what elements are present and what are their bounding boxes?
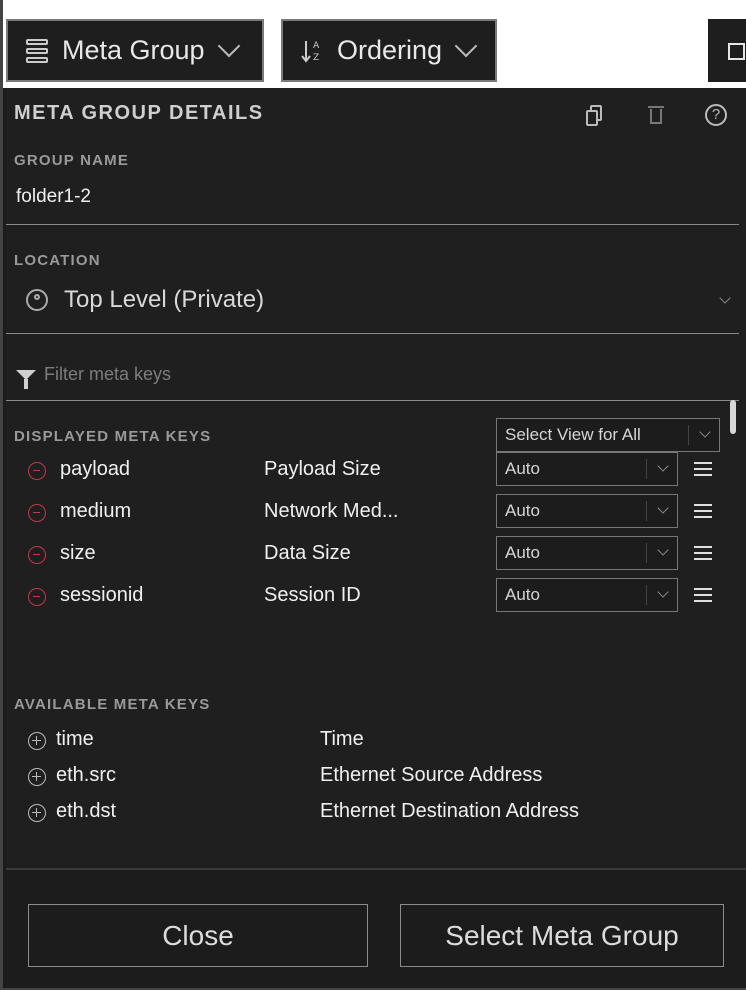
meta-group-label: Meta Group xyxy=(62,35,205,65)
filter-meta-keys-input[interactable]: Filter meta keys xyxy=(16,364,172,389)
copy-icon[interactable] xyxy=(584,104,606,128)
funnel-icon xyxy=(16,369,36,389)
meta-key: payload xyxy=(60,458,131,480)
view-dropdown[interactable]: Auto xyxy=(496,494,678,528)
view-dropdown[interactable]: Auto xyxy=(496,536,678,570)
displayed-key-row: medium Network Med... Auto xyxy=(6,494,739,534)
available-key-row[interactable]: eth.src Ethernet Source Address xyxy=(6,760,739,794)
meta-key: time xyxy=(56,728,94,750)
divider xyxy=(6,333,739,334)
dialog-footer: Close Select Meta Group xyxy=(6,868,746,988)
minus-circle-icon[interactable] xyxy=(28,504,46,522)
maximize-icon xyxy=(728,43,745,60)
meta-key: eth.src xyxy=(56,764,117,786)
toolbar: Meta Group AZ Ordering xyxy=(3,0,746,88)
minus-circle-icon[interactable] xyxy=(28,546,46,564)
group-name-field[interactable]: folder1-2 xyxy=(16,186,91,208)
help-icon[interactable]: ? xyxy=(705,104,727,126)
meta-group-dropdown-button[interactable]: Meta Group xyxy=(6,19,264,82)
drag-handle-icon[interactable] xyxy=(694,546,712,560)
meta-group-dialog: Meta Group AZ Ordering META GROUP DETAIL… xyxy=(0,0,746,990)
location-select[interactable]: Top Level (Private) xyxy=(26,286,264,314)
meta-key-name: Time xyxy=(320,728,364,750)
filter-placeholder: Filter meta keys xyxy=(44,364,172,384)
meta-key: eth.dst xyxy=(56,800,117,822)
drag-handle-icon[interactable] xyxy=(694,504,712,518)
trash-icon[interactable] xyxy=(646,104,668,128)
select-meta-group-button[interactable]: Select Meta Group xyxy=(400,904,724,967)
meta-key: medium xyxy=(60,500,132,522)
chevron-down-icon xyxy=(454,34,478,57)
displayed-key-row: size Data Size Auto xyxy=(6,536,739,576)
plus-circle-icon[interactable] xyxy=(28,768,46,786)
meta-group-details-panel: META GROUP DETAILS ? GROUP NAME folder1-… xyxy=(6,88,746,868)
select-view-for-all-dropdown[interactable]: Select View for All xyxy=(496,418,720,452)
svg-text:A: A xyxy=(313,41,320,51)
sort-az-icon: AZ xyxy=(301,38,325,64)
stack-icon xyxy=(26,38,50,64)
panel-title: META GROUP DETAILS xyxy=(14,102,264,124)
plus-circle-icon[interactable] xyxy=(28,804,46,822)
location-value: Top Level (Private) xyxy=(64,286,265,313)
ordering-dropdown-button[interactable]: AZ Ordering xyxy=(281,19,497,82)
select-view-for-all-label: Select View for All xyxy=(505,425,641,444)
plus-circle-icon[interactable] xyxy=(28,732,46,750)
view-value: Auto xyxy=(505,501,540,520)
group-name-label: GROUP NAME xyxy=(14,152,130,169)
meta-key-name: Ethernet Source Address xyxy=(320,764,543,786)
chevron-down-icon xyxy=(657,502,669,514)
meta-key-name: Network Med... xyxy=(264,500,399,522)
displayed-meta-keys-label: DISPLAYED META KEYS xyxy=(14,428,212,445)
meta-key-name: Session ID xyxy=(264,584,361,606)
chevron-down-icon xyxy=(699,426,711,438)
meta-key: sessionid xyxy=(60,584,144,606)
drag-handle-icon[interactable] xyxy=(694,462,712,476)
chevron-down-icon[interactable] xyxy=(719,292,731,304)
person-icon xyxy=(26,289,48,311)
scrollbar-thumb[interactable] xyxy=(730,400,736,434)
close-button[interactable]: Close xyxy=(28,904,368,967)
meta-key-name: Data Size xyxy=(264,542,351,564)
maximize-button[interactable] xyxy=(708,19,746,82)
location-label: LOCATION xyxy=(14,252,101,269)
available-key-row[interactable]: eth.dst Ethernet Destination Address xyxy=(6,796,739,830)
available-meta-keys-label: AVAILABLE META KEYS xyxy=(14,696,211,713)
divider xyxy=(6,400,739,401)
available-key-row[interactable]: time Time xyxy=(6,724,739,758)
meta-key: size xyxy=(60,542,96,564)
ordering-label: Ordering xyxy=(337,35,443,65)
view-dropdown[interactable]: Auto xyxy=(496,578,678,612)
view-dropdown[interactable]: Auto xyxy=(496,452,678,486)
meta-key-name: Ethernet Destination Address xyxy=(320,800,580,822)
chevron-down-icon xyxy=(657,460,669,472)
chevron-down-icon xyxy=(657,586,669,598)
divider xyxy=(6,224,739,225)
meta-key-name: Payload Size xyxy=(264,458,381,480)
minus-circle-icon[interactable] xyxy=(28,462,46,480)
chevron-down-icon xyxy=(657,544,669,556)
view-value: Auto xyxy=(505,459,540,478)
displayed-key-row: sessionid Session ID Auto xyxy=(6,578,739,618)
displayed-key-row: payload Payload Size Auto xyxy=(6,452,739,492)
view-value: Auto xyxy=(505,543,540,562)
svg-text:Z: Z xyxy=(313,53,319,63)
view-value: Auto xyxy=(505,585,540,604)
chevron-down-icon xyxy=(217,34,240,57)
drag-handle-icon[interactable] xyxy=(694,588,712,602)
minus-circle-icon[interactable] xyxy=(28,588,46,606)
